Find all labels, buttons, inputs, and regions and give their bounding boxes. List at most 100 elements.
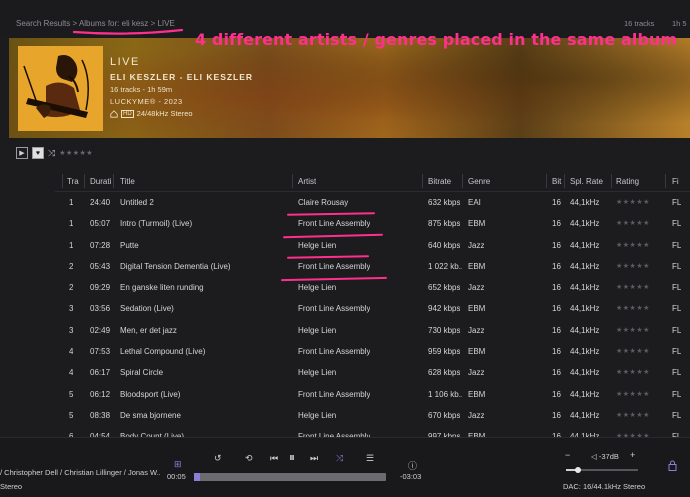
column-header-sample-rate[interactable]: Spl. Rate (570, 177, 603, 186)
row-file: FL (672, 219, 682, 229)
shuffle-icon[interactable]: ⤨ (48, 148, 55, 159)
row-rating[interactable]: ★★★★★ (616, 390, 650, 398)
row-genre: EAI (468, 198, 481, 207)
table-row[interactable]: 1 24:40 Untitled 2 Claire Rousay 632 kbps EAI… (55, 192, 690, 213)
breadcrumb-search-results[interactable]: Search Results (16, 19, 70, 28)
next-icon[interactable]: ⏭ (310, 453, 318, 464)
table-row[interactable]: 1 05:07 Intro (Turmoil) (Live) Front Line A… (55, 213, 690, 234)
column-header-bitrate[interactable]: Bitrate (428, 177, 451, 186)
row-bit: 16 (552, 240, 561, 250)
row-bit: 16 (552, 283, 561, 293)
table-row[interactable]: 1 07:28 Putte Helge Lien 640 kbps Jazz 16 44,1k… (55, 235, 690, 256)
column-divider[interactable] (462, 174, 463, 188)
row-duration: 05:07 (90, 219, 111, 229)
row-bitrate: 628 kbps (428, 368, 461, 378)
row-duration: 08:38 (90, 410, 111, 420)
row-genre: Jazz (468, 283, 485, 293)
shuffle-icon[interactable]: ⤨ (336, 453, 343, 464)
album-rating[interactable]: ★★★★★ (59, 149, 93, 157)
row-rating[interactable]: ★★★★★ (616, 241, 650, 249)
row-rating[interactable]: ★★★★★ (616, 198, 650, 206)
row-rating[interactable]: ★★★★★ (616, 262, 650, 270)
row-bitrate: 670 kbps (428, 410, 461, 420)
row-rating[interactable]: ★★★★★ (616, 219, 650, 227)
row-bitrate: 632 kbps (428, 198, 461, 207)
info-icon[interactable]: ⓘ (408, 459, 417, 472)
column-divider[interactable] (546, 174, 547, 188)
row-title: Lethal Compound (Live) (120, 347, 206, 357)
row-genre: Jazz (468, 368, 485, 378)
table-row[interactable]: 5 06:12 Bloodsport (Live) Front Line Assemb… (55, 384, 690, 405)
volume-speaker-icon: ◁ (591, 452, 597, 461)
row-bitrate: 875 kbps (428, 219, 461, 229)
volume-knob[interactable] (575, 467, 582, 473)
replay-icon[interactable]: ↺ (214, 453, 222, 464)
album-artist[interactable]: ELI KESZLER - ELI KESZLER (110, 72, 253, 82)
row-genre: EBM (468, 304, 486, 314)
column-divider[interactable] (422, 174, 423, 188)
volume-up-icon[interactable]: + (630, 450, 635, 460)
volume-down-icon[interactable]: − (565, 450, 570, 460)
row-sample-rate: 44,1kHz (570, 283, 600, 293)
play-icon: ▶ (19, 150, 25, 157)
repeat-icon[interactable]: ⟲ (245, 453, 253, 464)
play-button[interactable]: ▶ (16, 147, 28, 159)
equalizer-icon[interactable]: ☰ (366, 453, 374, 464)
table-row[interactable]: 2 09:29 En ganske liten runding Helge Lien 6… (55, 277, 690, 298)
column-header-title[interactable]: Title (120, 177, 135, 186)
row-title: Sedation (Live) (120, 304, 174, 314)
column-divider[interactable] (564, 174, 565, 188)
table-row[interactable]: 3 02:49 Men, er det jazz Helge Lien 730 kbps… (55, 320, 690, 341)
table-row[interactable]: 4 07:53 Lethal Compound (Live) Front Line A… (55, 341, 690, 362)
table-row[interactable]: 2 05:43 Digital Tension Dementia (Live) Fro… (55, 256, 690, 277)
row-track: 4 (69, 347, 74, 357)
row-file: FL (672, 198, 682, 207)
hd-badge: HD (121, 109, 134, 118)
row-bitrate: 652 kbps (428, 283, 461, 293)
table-body: 1 24:40 Untitled 2 Claire Rousay 632 kbps EAI… (55, 192, 690, 448)
column-header-file[interactable]: Fi (672, 177, 690, 186)
row-title: De sma bjornene (120, 410, 181, 420)
column-header-genre[interactable]: Genre (468, 177, 490, 186)
column-divider[interactable] (84, 174, 85, 188)
column-header-track[interactable]: Tra (67, 177, 81, 186)
row-rating[interactable]: ★★★★★ (616, 326, 650, 334)
row-rating[interactable]: ★★★★★ (616, 368, 650, 376)
column-divider[interactable] (113, 174, 114, 188)
row-sample-rate: 44,1kHz (570, 261, 600, 271)
previous-icon[interactable]: ⏮ (270, 453, 278, 464)
column-header-rating[interactable]: Rating (616, 177, 639, 186)
row-genre: EBM (468, 219, 486, 229)
column-header-duration[interactable]: Durati (90, 177, 115, 186)
column-divider[interactable] (62, 174, 63, 188)
row-bitrate: 959 kbps (428, 347, 461, 357)
pause-icon[interactable]: ⏸ (289, 450, 295, 465)
column-divider[interactable] (665, 174, 666, 188)
annotation-underline-breadcrumb (72, 28, 184, 35)
row-rating[interactable]: ★★★★★ (616, 283, 650, 291)
row-rating[interactable]: ★★★★★ (616, 304, 650, 312)
queue-icon[interactable]: ⊞ (174, 459, 182, 470)
column-divider[interactable] (292, 174, 293, 188)
column-header-artist[interactable]: Artist (298, 177, 316, 186)
table-row[interactable]: 4 06:17 Spiral Circle Helge Lien 628 kbps Jaz… (55, 362, 690, 383)
table-row[interactable]: 5 08:38 De sma bjornene Helge Lien 670 kbps J… (55, 405, 690, 426)
row-duration: 03:56 (90, 304, 111, 314)
column-divider[interactable] (611, 174, 612, 188)
volume-slider[interactable] (566, 467, 638, 473)
row-bit: 16 (552, 304, 561, 314)
progress-bar[interactable] (194, 473, 386, 481)
dac-info: DAC: 16/44.1kHz Stereo (563, 482, 646, 491)
row-rating[interactable]: ★★★★★ (616, 347, 650, 355)
now-playing-artists[interactable]: / Christopher Dell / Christian Lillinger… (0, 468, 160, 477)
favorite-button[interactable]: ♥ (32, 147, 44, 159)
row-artist: Front Line Assembly (298, 389, 371, 399)
lock-icon[interactable] (668, 460, 677, 471)
row-file: FL (672, 240, 682, 250)
row-rating[interactable]: ★★★★★ (616, 411, 650, 419)
row-title: Untitled 2 (120, 198, 154, 207)
column-header-bit[interactable]: Bit (552, 177, 564, 186)
row-file: FL (672, 261, 682, 271)
row-duration: 05:43 (90, 261, 111, 271)
table-row[interactable]: 3 03:56 Sedation (Live) Front Line Assembly… (55, 298, 690, 319)
